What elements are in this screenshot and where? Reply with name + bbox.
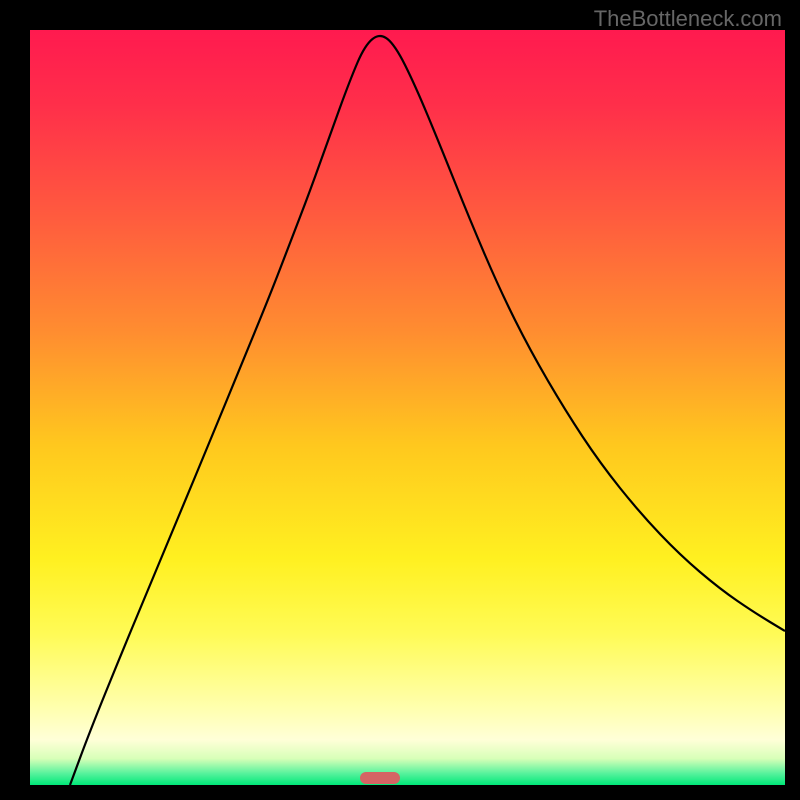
operating-point-marker	[360, 772, 400, 784]
curve-layer	[30, 30, 785, 785]
watermark-text: TheBottleneck.com	[594, 6, 782, 32]
plot-area	[30, 30, 785, 785]
bottleneck-curve	[70, 36, 785, 785]
